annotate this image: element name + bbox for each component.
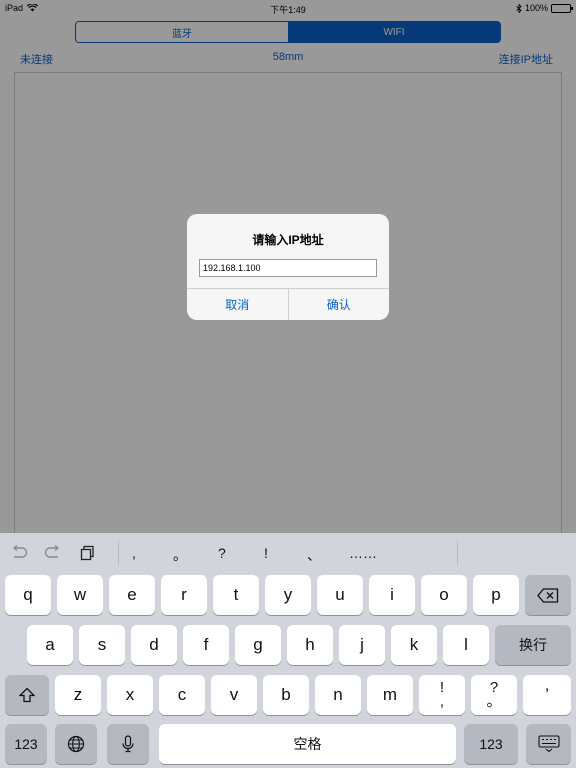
backspace-key[interactable] [525,575,571,615]
key-d[interactable]: d [131,625,177,665]
key-k[interactable]: k [391,625,437,665]
toolbar-divider [118,541,119,565]
punctuation-question[interactable]: ? [218,545,226,561]
key-r[interactable]: r [161,575,207,615]
key-m[interactable]: m [367,675,413,715]
cancel-button[interactable]: 取消 [187,289,288,320]
key-e[interactable]: e [109,575,155,615]
key-i[interactable]: i [369,575,415,615]
key-y[interactable]: y [265,575,311,615]
punctuation-comma[interactable]: , [132,545,136,561]
ip-address-input[interactable] [199,259,377,277]
key-p[interactable]: p [473,575,519,615]
shift-icon [19,687,35,703]
numbers-key-right[interactable]: 123 [464,724,518,764]
key-z[interactable]: z [55,675,101,715]
key-bottom-char: , [439,693,445,710]
key-c[interactable]: c [159,675,205,715]
punctuation-enumeration-comma[interactable]: 、 [307,545,321,565]
punctuation-period[interactable]: 。 [173,545,187,565]
key-w[interactable]: w [57,575,103,615]
key-f[interactable]: f [183,625,229,665]
key-exclamation-comma[interactable]: ! , [419,675,465,715]
key-o[interactable]: o [421,575,467,615]
confirm-button[interactable]: 确认 [287,289,390,320]
undo-icon[interactable] [10,545,28,559]
key-j[interactable]: j [339,625,385,665]
key-l[interactable]: l [443,625,489,665]
keyboard-toolbar: , 。 ? ! 、 …… [0,533,576,573]
key-question-period[interactable]: ? 。 [471,675,517,715]
keyboard: , 。 ? ! 、 …… q w e r t y u i o p a s d f… [0,533,576,768]
numbers-key-left[interactable]: 123 [5,724,47,764]
dictation-key[interactable] [107,724,149,764]
key-h[interactable]: h [287,625,333,665]
paste-icon[interactable] [80,545,96,561]
microphone-icon [121,735,135,753]
toolbar-divider [457,541,458,565]
key-x[interactable]: x [107,675,153,715]
key-q[interactable]: q [5,575,51,615]
key-a[interactable]: a [27,625,73,665]
key-u[interactable]: u [317,575,363,615]
key-g[interactable]: g [235,625,281,665]
dismiss-keyboard-key[interactable] [526,724,571,764]
key-bottom-char: 。 [486,693,502,710]
key-s[interactable]: s [79,625,125,665]
shift-key[interactable] [5,675,49,715]
keyboard-dismiss-icon [537,735,560,753]
key-apostrophe[interactable]: ’ [523,675,571,715]
dialog-title: 请输入IP地址 [252,233,324,247]
ip-input-dialog: 请输入IP地址 取消 确认 [187,214,389,320]
key-t[interactable]: t [213,575,259,615]
return-key[interactable]: 换行 [495,625,571,665]
key-b[interactable]: b [263,675,309,715]
globe-icon [67,735,85,753]
punctuation-exclamation[interactable]: ! [264,545,268,561]
space-key[interactable]: 空格 [159,724,456,764]
dialog-actions: 取消 确认 [187,288,389,320]
key-v[interactable]: v [211,675,257,715]
punctuation-ellipsis[interactable]: …… [349,545,377,561]
redo-icon[interactable] [44,545,62,559]
backspace-icon [537,587,559,603]
key-n[interactable]: n [315,675,361,715]
globe-key[interactable] [55,724,97,764]
